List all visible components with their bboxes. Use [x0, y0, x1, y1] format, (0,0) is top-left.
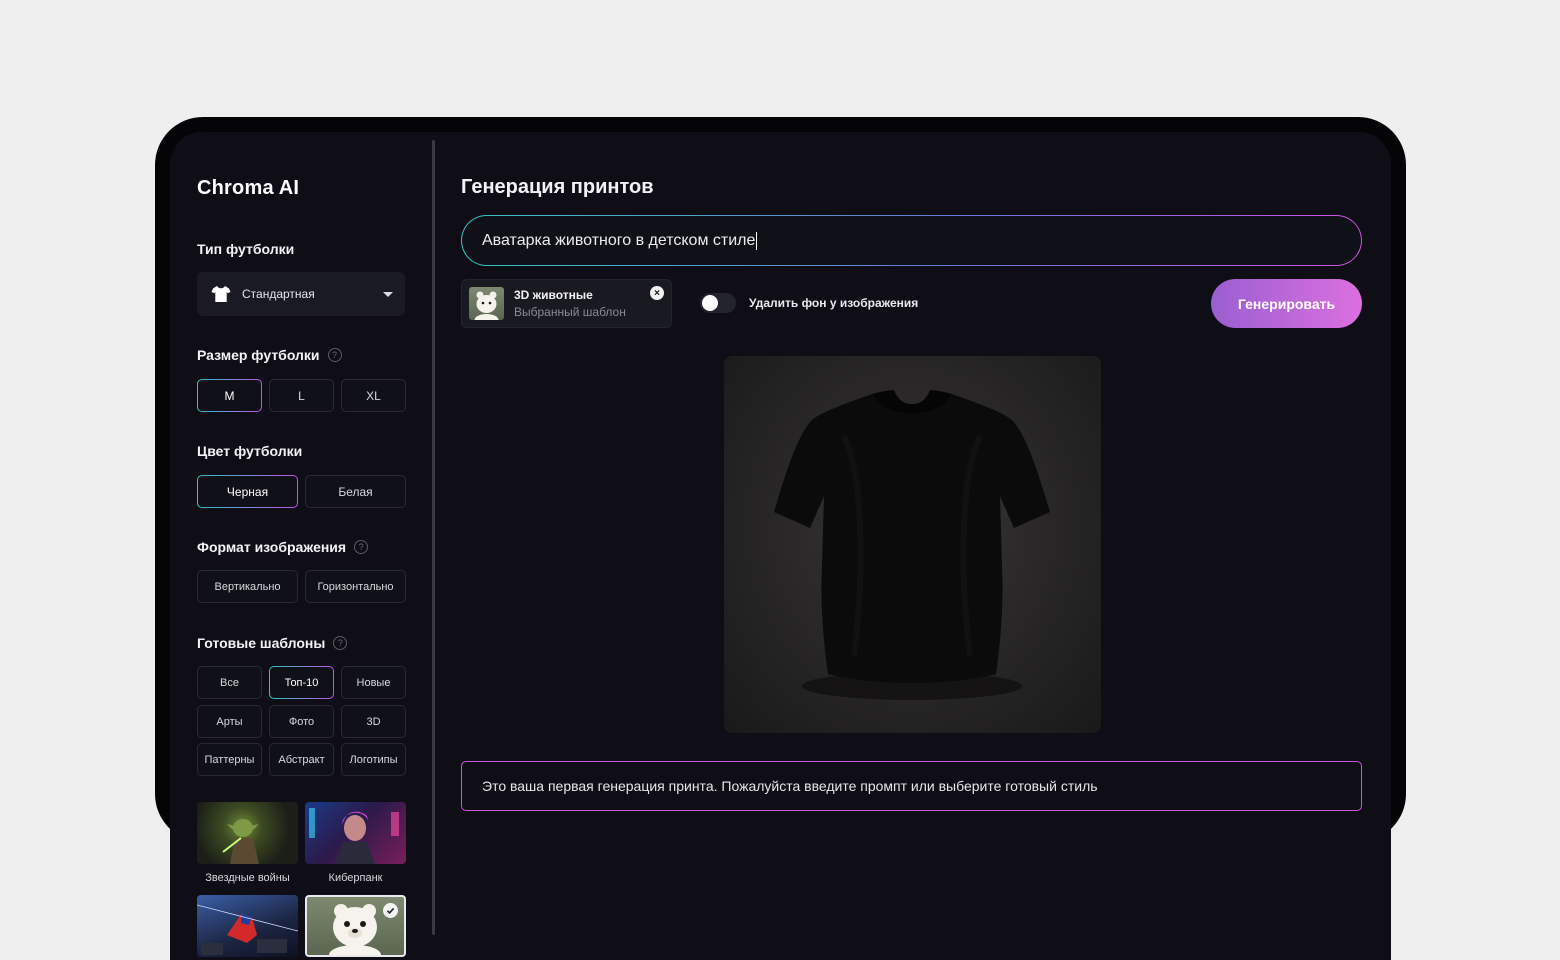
size-option-xl[interactable]: XL [341, 379, 406, 412]
tshirt-icon [211, 286, 231, 302]
polar-bear-image [474, 291, 499, 320]
checkmark-icon [383, 903, 398, 918]
templates-title: Готовые шаблоны ? [197, 635, 348, 651]
tshirt-type-select[interactable]: Стандартная [197, 272, 405, 316]
help-icon[interactable]: ? [333, 636, 348, 650]
template-thumb-cyberpunk[interactable] [305, 802, 406, 864]
help-icon[interactable]: ? [354, 540, 369, 554]
prompt-input[interactable]: Аватарка животного в детском стиле [461, 215, 1362, 266]
generate-button[interactable]: Генерировать [1211, 279, 1362, 328]
tshirt-size-title: Размер футболки ? [197, 347, 342, 363]
sidebar-scrollbar[interactable] [432, 140, 435, 935]
close-icon[interactable]: × [650, 286, 664, 300]
image-format-title: Формат изображения ? [197, 539, 369, 555]
filter-top10[interactable]: Топ-10 [269, 666, 334, 699]
filter-patterns[interactable]: Паттерны [197, 743, 262, 776]
template-thumb-3d-animals[interactable] [305, 895, 406, 957]
size-option-l[interactable]: L [269, 379, 334, 412]
selected-template-card: 3D животные Выбранный шаблон × [461, 279, 672, 328]
tshirt-preview [724, 356, 1101, 733]
template-label-cyberpunk: Киберпанк [328, 872, 383, 884]
format-option-vertical[interactable]: Вертикально [197, 570, 298, 603]
filter-new[interactable]: Новые [341, 666, 406, 699]
black-tshirt-image [774, 390, 1050, 700]
selected-template-caption: Выбранный шаблон [514, 305, 626, 319]
format-option-horizontal[interactable]: Горизонтально [305, 570, 406, 603]
size-option-m[interactable]: M [197, 379, 262, 412]
tshirt-type-title: Тип футболки [197, 241, 295, 257]
template-label-star-wars: Звездные войны [205, 872, 290, 884]
color-option-white[interactable]: Белая [305, 475, 406, 508]
selected-template-thumb [469, 287, 504, 320]
template-thumb-star-wars[interactable] [197, 802, 298, 864]
first-generation-notice: Это ваша первая генерация принта. Пожалу… [461, 761, 1362, 811]
filter-photo[interactable]: Фото [269, 705, 334, 738]
tshirt-color-title: Цвет футболки [197, 443, 303, 459]
toggle-knob [702, 295, 718, 311]
spiderman-image [197, 904, 298, 955]
remove-bg-toggle[interactable] [700, 293, 736, 313]
selected-template-name: 3D животные [514, 288, 593, 302]
help-icon[interactable]: ? [327, 348, 342, 362]
tshirt-type-value: Стандартная [242, 287, 315, 301]
cyberpunk-portrait-image [309, 808, 399, 864]
filter-logos[interactable]: Логотипы [341, 743, 406, 776]
filter-all[interactable]: Все [197, 666, 262, 699]
filter-3d[interactable]: 3D [341, 705, 406, 738]
color-option-black[interactable]: Черная [197, 475, 298, 508]
text-cursor [756, 231, 758, 250]
chevron-down-icon [383, 291, 393, 297]
yoda-figure-image [222, 819, 259, 864]
remove-bg-label: Удалить фон у изображения [749, 296, 919, 310]
filter-abstract[interactable]: Абстракт [269, 743, 334, 776]
app-screen: Chroma AI Тип футболки Стандартная Разме… [170, 132, 1391, 960]
sidebar: Chroma AI Тип футболки Стандартная Разме… [170, 132, 432, 960]
page-title: Генерация принтов [461, 176, 654, 198]
filter-arts[interactable]: Арты [197, 705, 262, 738]
prompt-value: Аватарка животного в детском стиле [482, 231, 756, 249]
app-logo: Chroma AI [197, 177, 300, 199]
template-thumb-spider[interactable] [197, 895, 298, 957]
